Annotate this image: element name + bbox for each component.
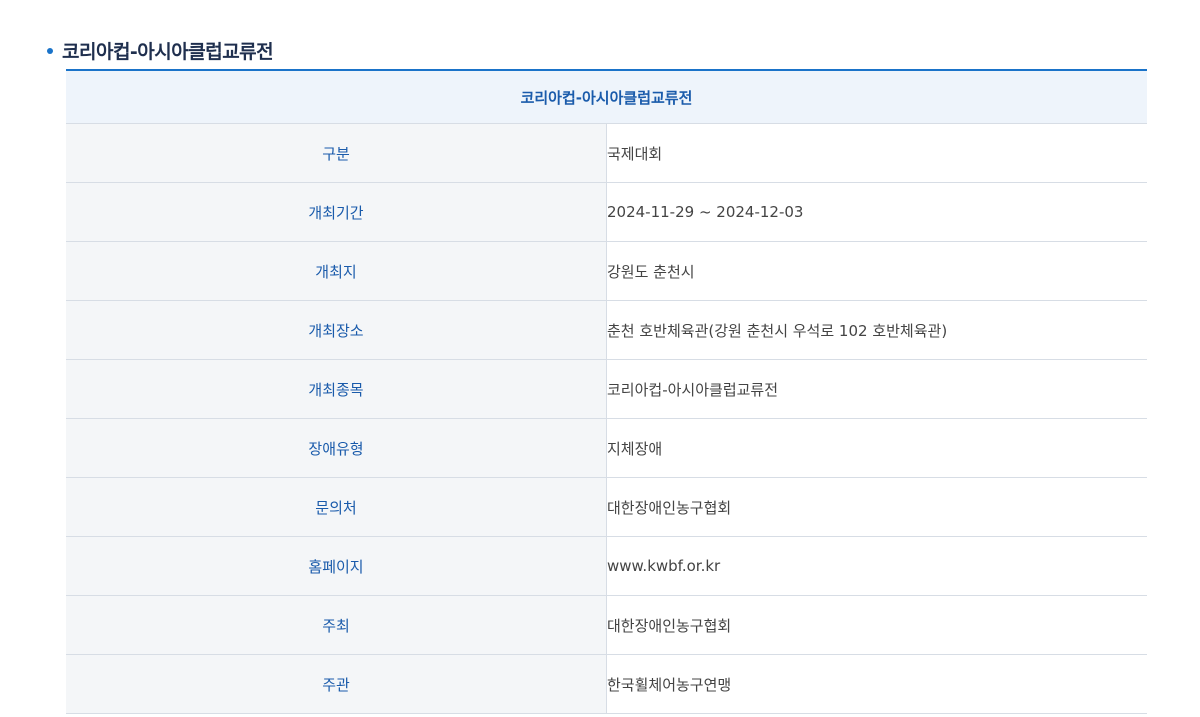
- row-label: 개최종목: [66, 359, 607, 419]
- table-row-homepage: 홈페이지 www.kwbf.or.kr: [66, 536, 1147, 596]
- table-row-event: 개최종목 코리아컵-아시아클럽교류전: [66, 359, 1147, 419]
- homepage-link[interactable]: www.kwbf.or.kr: [606, 536, 1147, 596]
- table-row-period: 개최기간 2024-11-29 ~ 2024-12-03: [66, 182, 1147, 242]
- row-label: 개최장소: [66, 300, 607, 360]
- table-row-host: 주최 대한장애인농구협회: [66, 595, 1147, 655]
- table-header: 코리아컵-아시아클럽교류전: [66, 69, 1147, 124]
- row-label: 주관: [66, 654, 607, 714]
- row-label: 홈페이지: [66, 536, 607, 596]
- row-label: 개최지: [66, 241, 607, 301]
- event-info-table: 코리아컵-아시아클럽교류전 구분 국제대회 개최기간 2024-11-29 ~ …: [66, 69, 1147, 714]
- row-label: 주최: [66, 595, 607, 655]
- table-header-row: 코리아컵-아시아클럽교류전: [66, 69, 1147, 124]
- row-value: 코리아컵-아시아클럽교류전: [606, 359, 1147, 419]
- row-label: 개최기간: [66, 182, 607, 242]
- row-value: 강원도 춘천시: [606, 241, 1147, 301]
- bullet-icon: [47, 47, 53, 54]
- row-value: 대한장애인농구협회: [606, 595, 1147, 655]
- row-value: 대한장애인농구협회: [606, 477, 1147, 537]
- row-value: 한국휠체어농구연맹: [606, 654, 1147, 714]
- table-row-region: 개최지 강원도 춘천시: [66, 241, 1147, 301]
- table-row-venue: 개최장소 춘천 호반체육관(강원 춘천시 우석로 102 호반체육관): [66, 300, 1147, 360]
- row-label: 장애유형: [66, 418, 607, 478]
- row-label: 구분: [66, 123, 607, 183]
- section-title-text: 코리아컵-아시아클럽교류전: [62, 41, 274, 64]
- table-row-organizer: 주관 한국휠체어농구연맹: [66, 654, 1147, 714]
- row-value: 국제대회: [606, 123, 1147, 183]
- row-value: 2024-11-29 ~ 2024-12-03: [606, 182, 1147, 242]
- row-value: 춘천 호반체육관(강원 춘천시 우석로 102 호반체육관): [606, 300, 1147, 360]
- row-label: 문의처: [66, 477, 607, 537]
- table-row-disability-type: 장애유형 지체장애: [66, 418, 1147, 478]
- section-title: 코리아컵-아시아클럽교류전: [47, 36, 274, 66]
- table-row-contact: 문의처 대한장애인농구협회: [66, 477, 1147, 537]
- table-row-category: 구분 국제대회: [66, 123, 1147, 183]
- row-value: 지체장애: [606, 418, 1147, 478]
